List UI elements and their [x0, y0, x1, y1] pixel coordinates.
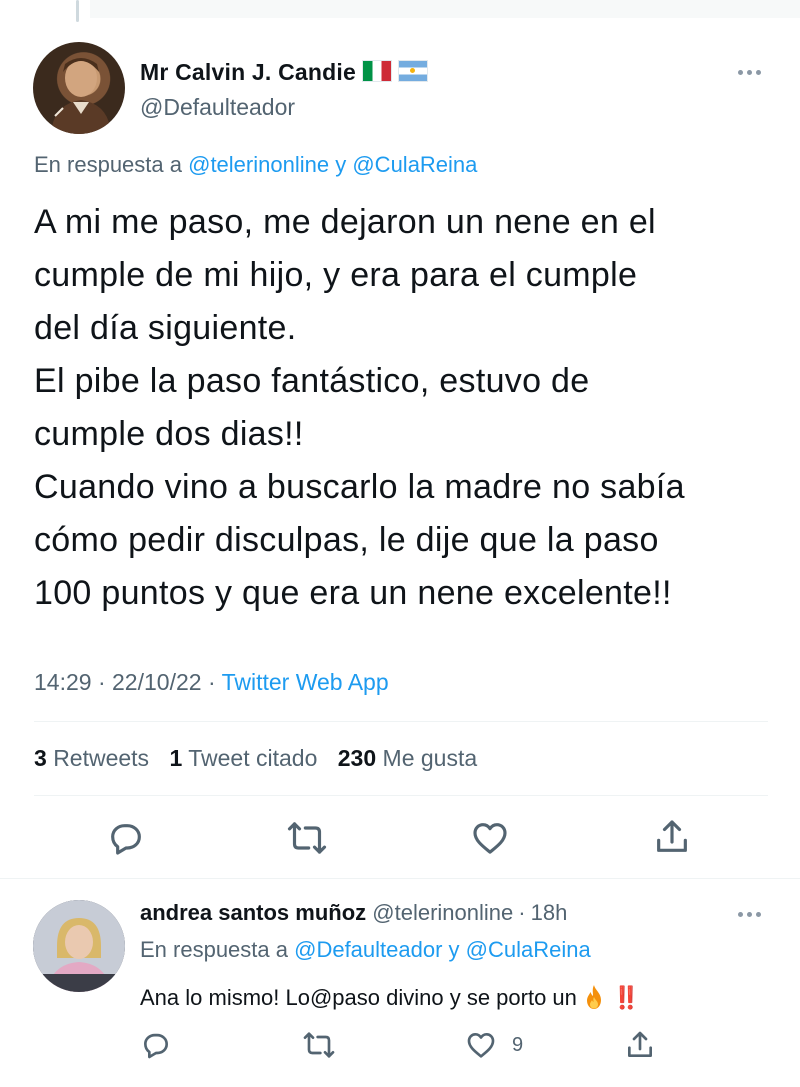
- reply-button[interactable]: [106, 818, 146, 858]
- tweet-text-line: Cuando vino a buscarlo la madre no sabía: [34, 468, 685, 506]
- argentina-flag-icon: [397, 60, 428, 82]
- reply-author-name[interactable]: andrea santos muñoz: [140, 900, 366, 925]
- reply-actions: 9: [0, 1029, 800, 1065]
- tweet-body: A mi me paso, me dejaron un nene en el c…: [34, 196, 774, 620]
- retweets-label: Retweets: [53, 745, 150, 771]
- likes-label: Me gusta: [382, 745, 478, 771]
- tweet-date[interactable]: 22/10/22: [112, 669, 202, 695]
- tweet-actions: [0, 813, 800, 863]
- reply-age[interactable]: 18h: [531, 900, 568, 925]
- quotes-count: 1: [169, 745, 183, 771]
- heart-icon: [473, 823, 507, 854]
- meta-separator: ·: [97, 669, 106, 695]
- quotes-label: Tweet citado: [188, 745, 318, 771]
- tweet-text-line: cumple dos dias!!: [34, 415, 304, 453]
- retweet-icon: [303, 1032, 335, 1058]
- share-button[interactable]: [652, 816, 692, 858]
- thread-connector-line: [76, 0, 79, 22]
- reply-icon: [111, 824, 141, 855]
- italy-flag-icon: [361, 60, 392, 82]
- author-avatar[interactable]: [33, 42, 125, 134]
- reply-author-avatar[interactable]: [33, 900, 125, 992]
- tweet-text-line: El pibe la paso fantástico, estuvo de: [34, 362, 590, 400]
- likes-stat[interactable]: 230 Me gusta: [338, 745, 477, 771]
- tweet-text-line: 100 puntos y que era un nene excelente!!: [34, 574, 672, 612]
- reply-retweet-button[interactable]: [302, 1029, 336, 1061]
- heart-icon: [467, 1033, 495, 1058]
- reply-mention-defaulteador[interactable]: @Defaulteador: [294, 937, 442, 962]
- quotes-stat[interactable]: 1 Tweet citado: [169, 745, 317, 771]
- retweets-stat[interactable]: 3 Retweets: [34, 745, 149, 771]
- tweet-metadata: 14:29 · 22/10/22 · Twitter Web App: [34, 669, 389, 696]
- divider: [34, 795, 768, 796]
- engagement-stats: 3 Retweets 1 Tweet citado 230 Me gusta: [34, 745, 491, 772]
- tweet-text-line: A mi me paso, me dejaron un nene en el: [34, 203, 656, 241]
- reply-replying-prefix: En respuesta a: [140, 937, 288, 962]
- tweet-text-line: cómo pedir disculpas, le dije que la pas…: [34, 521, 659, 559]
- reply-like-button[interactable]: 9: [464, 1029, 523, 1061]
- replying-prefix: En respuesta a: [34, 152, 182, 177]
- share-icon: [628, 1031, 652, 1057]
- reply-separator: ·: [518, 900, 526, 925]
- divider: [34, 721, 768, 722]
- like-button[interactable]: [469, 818, 511, 858]
- tweet-time[interactable]: 14:29: [34, 669, 92, 695]
- reply-share-button[interactable]: [624, 1028, 656, 1062]
- likes-count: 230: [337, 745, 377, 771]
- replying-mention-telerinonline[interactable]: @telerinonline: [188, 152, 329, 177]
- retweet-button[interactable]: [286, 818, 328, 858]
- author-name-text: Mr Calvin J. Candie: [140, 59, 356, 85]
- replying-joiner[interactable]: y: [335, 152, 346, 177]
- author-handle[interactable]: @Defaulteador: [140, 94, 295, 121]
- replying-mention-culareina[interactable]: @CulaReina: [352, 152, 477, 177]
- reply-mention-culareina[interactable]: @CulaReina: [466, 937, 591, 962]
- reply-like-count: 9: [512, 1033, 524, 1056]
- retweets-count: 3: [34, 745, 47, 771]
- reply-replying-joiner[interactable]: y: [449, 937, 460, 962]
- fire-emoji-icon: [586, 985, 601, 1009]
- previous-tweet-area: [90, 0, 800, 18]
- author-display-name[interactable]: Mr Calvin J. Candie: [140, 59, 428, 86]
- meta-separator: ·: [207, 669, 216, 695]
- reply-body: Ana lo mismo! Lo@paso divino y se porto …: [140, 984, 641, 1011]
- more-options-icon[interactable]: [729, 62, 769, 82]
- tweet-text-line: del día siguiente.: [34, 309, 297, 347]
- tweet-source-link[interactable]: Twitter Web App: [222, 669, 389, 695]
- reply-header: andrea santos muñoz @telerinonline · 18h: [140, 900, 567, 926]
- tweet-separator: [0, 878, 800, 879]
- reply-author-handle[interactable]: @telerinonline: [372, 900, 513, 925]
- reply-more-options-icon[interactable]: [729, 904, 769, 924]
- replying-to: En respuesta a @telerinonline y @CulaRei…: [34, 152, 477, 178]
- retweet-icon: [287, 822, 327, 854]
- share-icon: [657, 820, 687, 852]
- reply-icon: [144, 1033, 168, 1059]
- reply-replying-to: En respuesta a @Defaulteador y @CulaRein…: [140, 937, 591, 963]
- tweet-text-line: cumple de mi hijo, y era para el cumple: [34, 256, 638, 294]
- reply-text: Ana lo mismo! Lo@paso divino y se porto …: [140, 985, 577, 1010]
- double-exclamation-emoji: ‼️: [612, 985, 642, 1010]
- reply-reply-button[interactable]: [140, 1029, 172, 1061]
